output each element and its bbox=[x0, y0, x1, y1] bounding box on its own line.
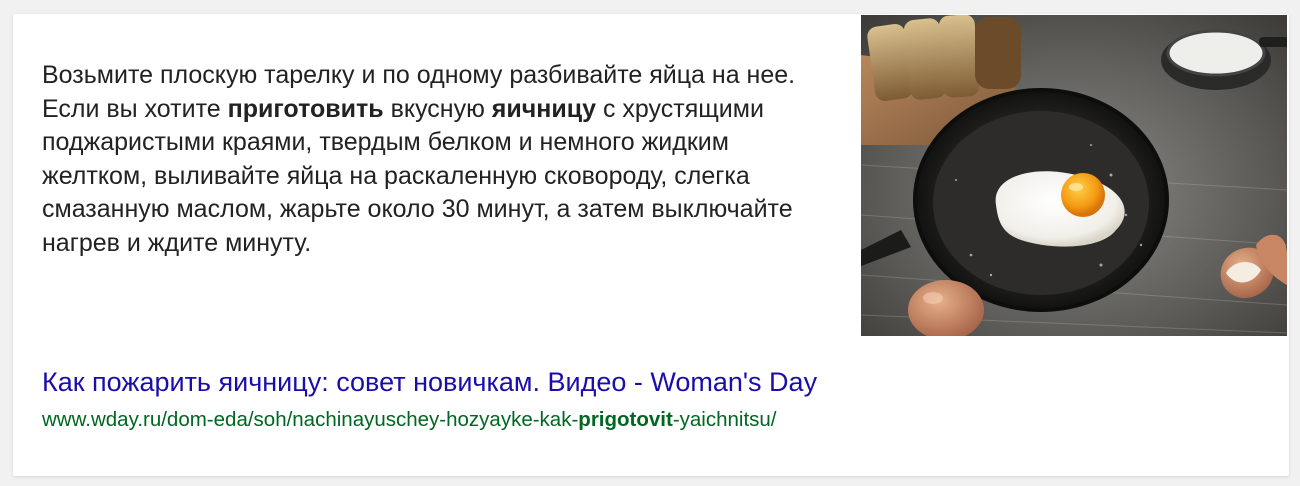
result-url[interactable]: www.wday.ru/dom-eda/soh/nachinayuschey-h… bbox=[42, 406, 777, 434]
result-url-highlight: prigotovit bbox=[578, 408, 673, 431]
fried-egg-in-pan-photo bbox=[861, 15, 1287, 336]
result-title-link[interactable]: Как пожарить яичницу: совет новичкам. Ви… bbox=[42, 364, 817, 400]
result-url-part: www.wday.ru/dom-eda/soh/nachinayuschey-h… bbox=[42, 408, 579, 431]
snippet-thumbnail[interactable] bbox=[861, 15, 1287, 336]
snippet-highlight: яичницу bbox=[491, 94, 597, 123]
snippet-highlight: приготовить bbox=[227, 94, 384, 123]
snippet-text: Возьмите плоскую тарелку и по одному раз… bbox=[42, 59, 832, 261]
snippet-text-part: вкусную bbox=[383, 94, 492, 123]
result-url-part: -yaichnitsu/ bbox=[672, 408, 777, 431]
featured-snippet-card: Возьмите плоскую тарелку и по одному раз… bbox=[13, 14, 1289, 476]
